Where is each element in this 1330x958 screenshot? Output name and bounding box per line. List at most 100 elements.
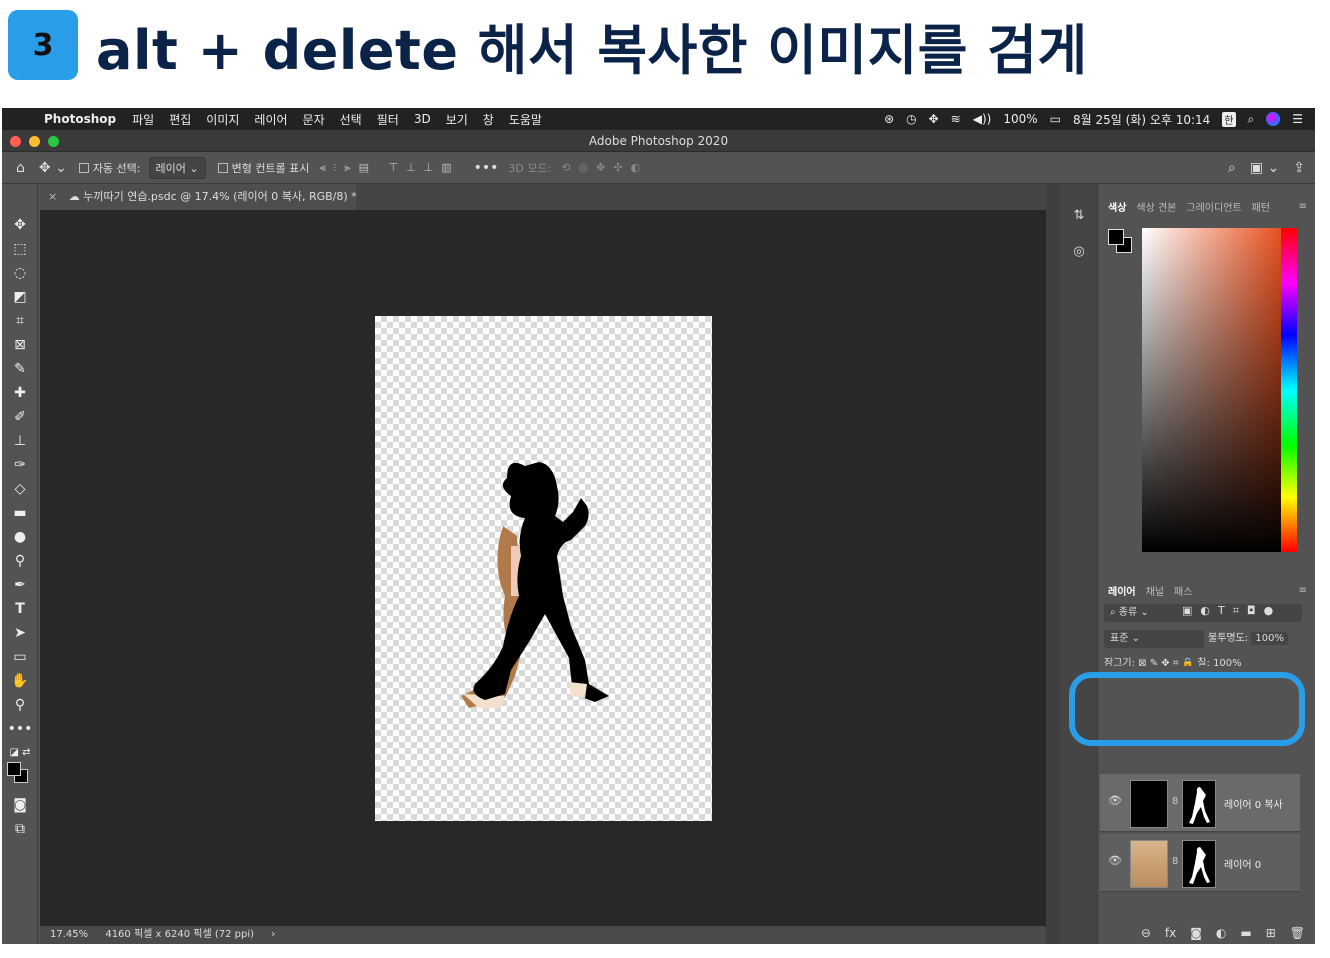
tab-channels[interactable]: 채널 [1146,583,1164,598]
align-icons[interactable]: ⫷⫶⫸▤ ⊤⊥⊥▥ [319,161,459,175]
visibility-eye-icon[interactable]: 👁 [1108,794,1122,807]
eyedropper-tool-icon[interactable]: ✎ [2,358,38,380]
clock-text[interactable]: 8월 25일 (화) 오후 10:14 [1073,111,1210,128]
home-icon[interactable]: ⌂ [16,160,25,176]
menu-window[interactable]: 창 [483,111,494,128]
history-brush-tool-icon[interactable]: ✑ [2,454,38,476]
new-layer-icon[interactable]: ⊞ [1266,926,1276,940]
wifi-icon[interactable]: ≋ [951,112,961,126]
pen-tool-icon[interactable]: ✒ [2,574,38,596]
panel-foreground-swatch[interactable] [1108,229,1124,245]
opacity-control[interactable]: 불투명도: 100% [1208,630,1288,648]
more-options-icon[interactable]: ••• [474,160,499,176]
rectangle-tool-icon[interactable]: ▭ [2,646,38,668]
input-method-badge[interactable]: 한 [1222,111,1236,127]
siri-icon[interactable] [1266,112,1281,126]
tab-swatches[interactable]: 색상 견본 [1136,199,1176,214]
properties-panel-icon[interactable]: ⇅ [1069,208,1089,228]
transform-controls-checkbox[interactable] [217,162,228,173]
layer-row-original[interactable]: 👁 8 레이어 0 [1100,834,1300,892]
color-panel-menu-icon[interactable]: ≡ [1299,201,1307,212]
brush-tool-icon[interactable]: ✐ [2,406,38,428]
panel-collapse-strip[interactable] [1046,184,1060,944]
foreground-color-swatch[interactable] [7,762,21,776]
edit-toolbar-icon[interactable]: ••• [2,718,38,740]
layers-panel-menu-icon[interactable]: ≡ [1299,585,1307,596]
layer-name[interactable]: 레이어 0 복사 [1224,796,1283,811]
move-tool-preset-icon[interactable]: ✥ ⌄ [39,160,67,176]
minimize-window-button[interactable] [29,136,40,147]
blur-tool-icon[interactable]: ● [2,526,38,548]
tab-paths[interactable]: 패스 [1174,583,1192,598]
hand-tool-icon[interactable]: ✋ [2,670,38,692]
lasso-tool-icon[interactable]: ◌ [2,262,38,284]
type-tool-icon[interactable]: T [2,598,38,620]
tab-patterns[interactable]: 패턴 [1252,199,1270,214]
close-window-button[interactable] [10,136,21,147]
menu-select[interactable]: 선택 [340,111,362,128]
app-menu[interactable]: Photoshop [44,112,116,126]
move-icon[interactable]: ✥ [929,112,939,126]
gradient-tool-icon[interactable]: ▬ [2,502,38,524]
canvas-area[interactable] [40,210,1046,926]
menu-image[interactable]: 이미지 [206,111,239,128]
menu-layer[interactable]: 레이어 [254,111,287,128]
document-tab[interactable]: × ☁ 누끼따기 연습.psdc @ 17.4% (레이어 0 복사, RGB/… [40,184,357,210]
lock-icons[interactable]: ⊠ ✎ ✥ ⌗ 🔒 [1138,658,1197,666]
menu-help[interactable]: 도움말 [509,111,542,128]
sync-icon[interactable]: ⊛ [884,112,894,126]
stamp-tool-icon[interactable]: ⊥ [2,430,38,452]
share-icon[interactable]: ⇪ [1293,160,1305,176]
document-canvas[interactable] [375,316,712,821]
adjustments-panel-icon[interactable]: ◎ [1069,244,1089,264]
add-mask-icon[interactable]: ◙ [1190,926,1202,940]
zoom-level[interactable]: 17.45% [50,929,88,940]
path-select-tool-icon[interactable]: ➤ [2,622,38,644]
layer-style-icon[interactable]: fx [1165,926,1176,940]
menu-view[interactable]: 보기 [446,111,468,128]
quick-mask-icon[interactable]: ◙ [2,794,38,816]
zoom-tool-icon[interactable]: ⚲ [2,694,38,716]
tab-gradients[interactable]: 그레이디언트 [1186,199,1241,214]
layer-mask-thumbnail[interactable] [1182,840,1216,888]
color-picker-field[interactable] [1142,228,1282,552]
eraser-tool-icon[interactable]: ◇ [2,478,38,500]
layer-thumbnail[interactable] [1130,780,1168,828]
object-select-tool-icon[interactable]: ◩ [2,286,38,308]
layer-name[interactable]: 레이어 0 [1224,856,1261,871]
battery-icon[interactable]: ▭ [1050,112,1061,126]
swap-colors-icon[interactable]: ◪ ⇄ [2,742,38,764]
fill-value[interactable]: 100% [1213,658,1242,666]
frame-tool-icon[interactable]: ⊠ [2,334,38,356]
new-group-icon[interactable]: ▬ [1240,926,1251,940]
close-tab-icon[interactable]: × [48,190,57,203]
notification-center-icon[interactable]: ☰ [1292,112,1303,126]
hue-slider[interactable] [1281,228,1297,552]
crop-tool-icon[interactable]: ⌗ [2,310,38,332]
mask-link-icon[interactable]: 8 [1172,856,1178,867]
layer-filter-icons[interactable]: ▣◐T⌗◘● [1182,604,1281,618]
healing-brush-tool-icon[interactable]: ✚ [2,382,38,404]
volume-icon[interactable]: ◀)) [973,112,992,126]
menu-filter[interactable]: 필터 [377,111,399,128]
mask-link-icon[interactable]: 8 [1172,796,1178,807]
zoom-window-button[interactable] [48,136,59,147]
opacity-value[interactable]: 100% [1251,632,1288,645]
menu-edit[interactable]: 편집 [169,111,191,128]
tab-color[interactable]: 색상 [1108,199,1126,214]
menu-file[interactable]: 파일 [132,111,154,128]
layer-mask-thumbnail[interactable] [1182,780,1216,828]
3d-mode-icons[interactable]: ⟲◎✥✣◐ [561,161,648,174]
menu-type[interactable]: 문자 [303,111,325,128]
link-layers-icon[interactable]: ⊖ [1141,926,1151,940]
clock-icon[interactable]: ◷ [906,112,916,126]
delete-layer-icon[interactable]: 🗑 [1290,926,1305,940]
search-icon[interactable]: ⌕ [1228,160,1236,176]
layer-thumbnail[interactable] [1130,840,1168,888]
adjustment-layer-icon[interactable]: ◐ [1216,926,1226,940]
tab-layers[interactable]: 레이어 [1108,583,1136,598]
auto-select-dropdown[interactable]: 레이어 ⌄ [148,156,206,179]
visibility-eye-icon[interactable]: 👁 [1108,854,1122,867]
layer-row-copy[interactable]: 👁 8 레이어 0 복사 [1100,774,1300,832]
dodge-tool-icon[interactable]: ⚲ [2,550,38,572]
